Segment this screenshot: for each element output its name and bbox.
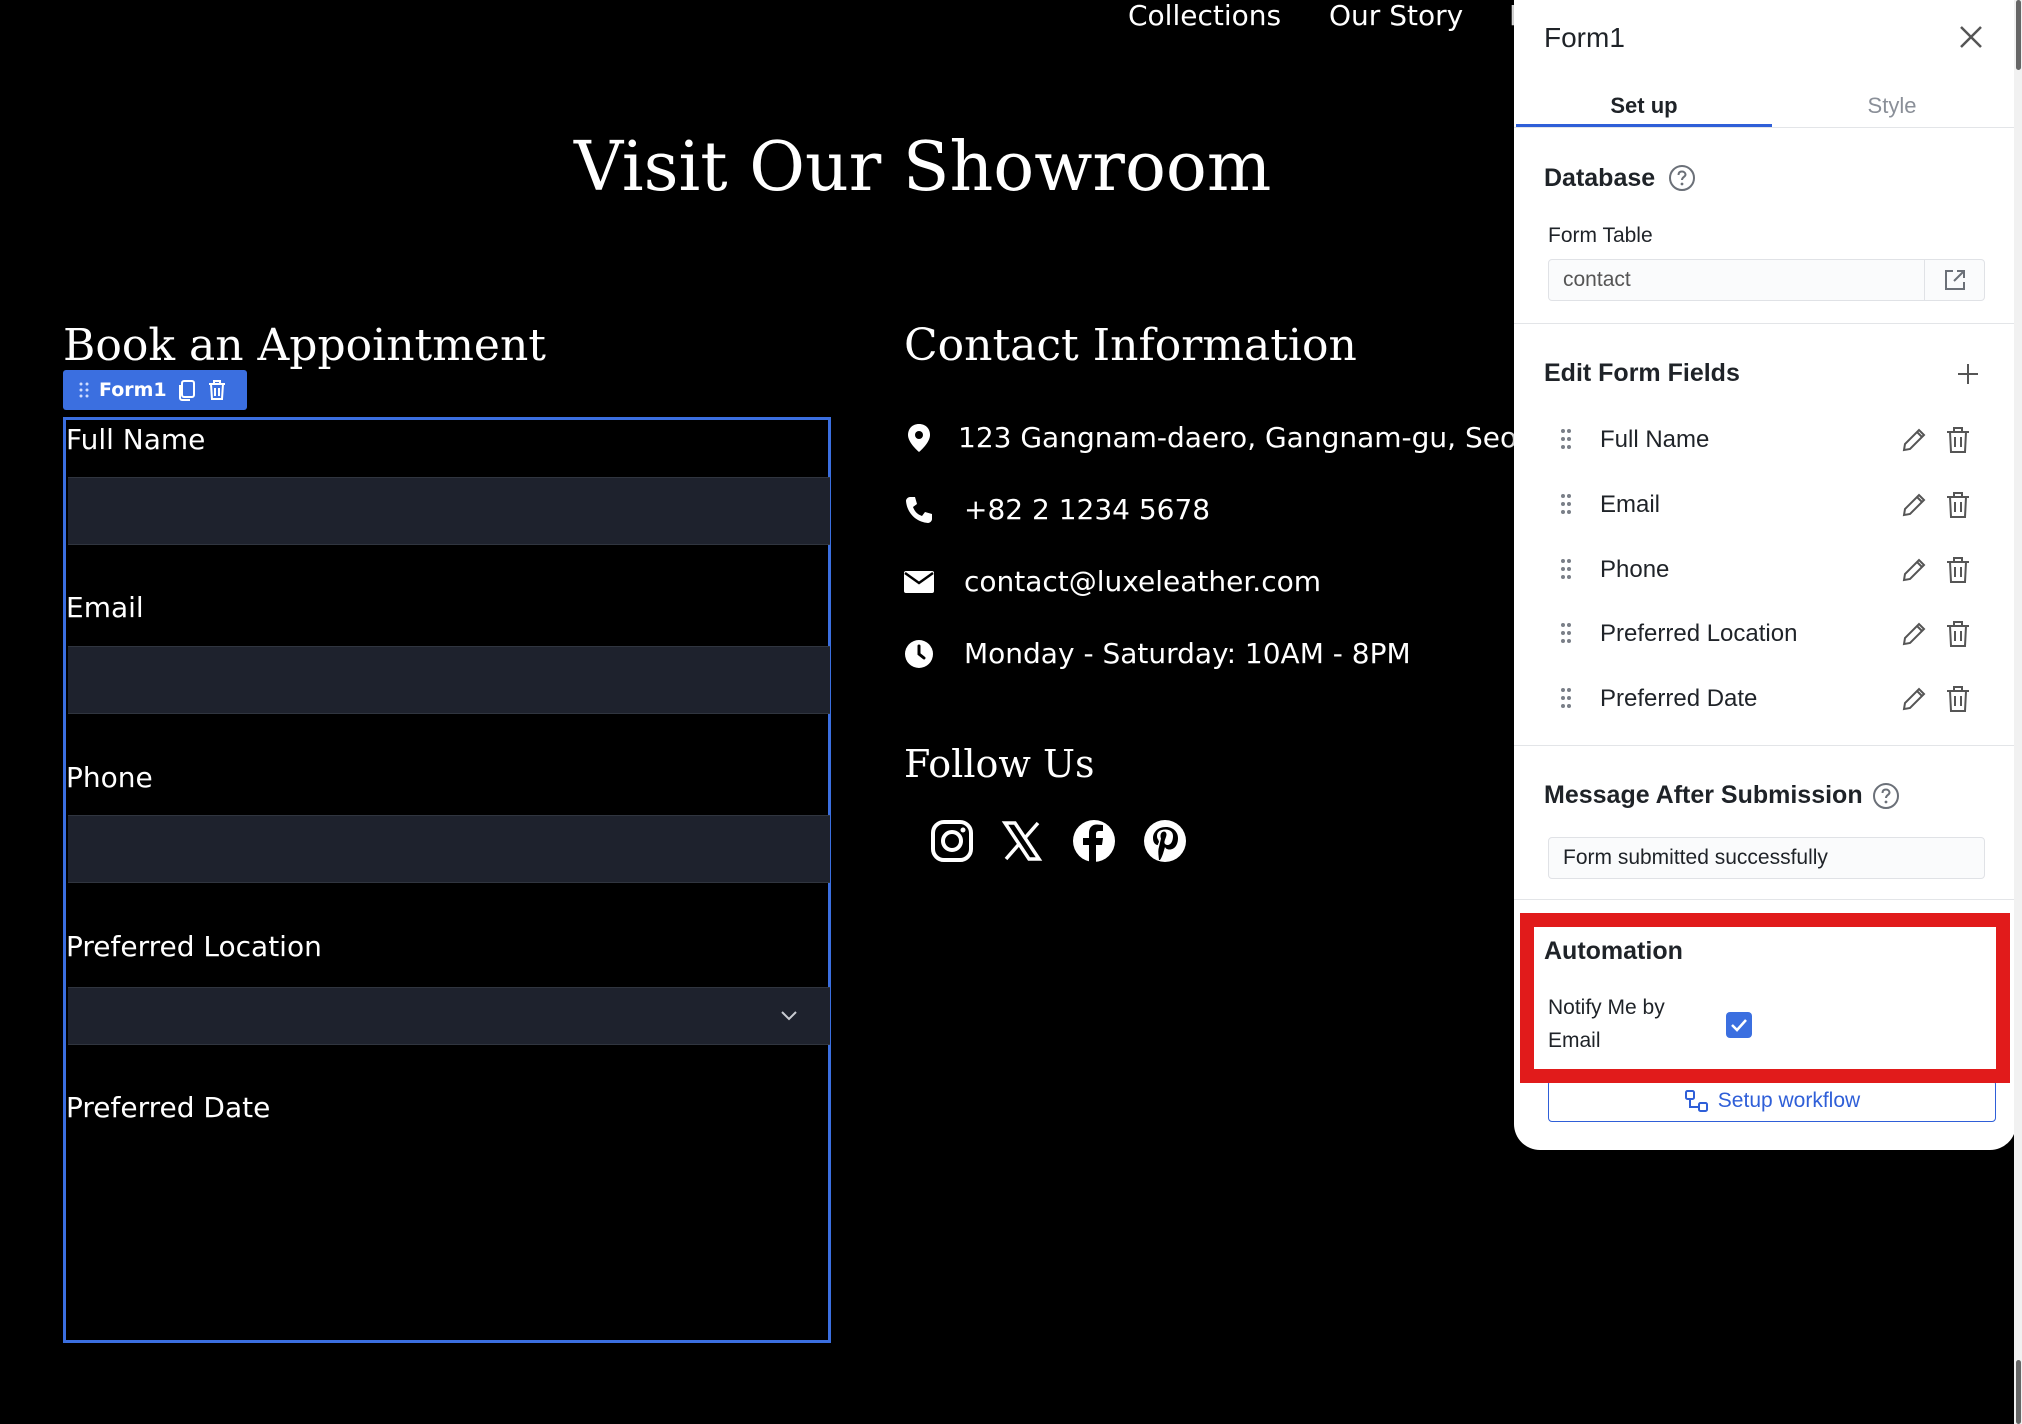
panel-title: Form1 [1544, 22, 1625, 53]
add-field-icon[interactable] [1956, 362, 1980, 386]
close-icon[interactable] [1956, 22, 1986, 52]
follow-us-title: Follow Us [904, 742, 1095, 786]
preferred-location-select[interactable] [68, 987, 830, 1045]
email-input[interactable] [68, 646, 830, 714]
form-table-value: contact [1563, 268, 1631, 291]
form-table-input[interactable]: contact [1548, 259, 1985, 301]
open-table-button[interactable] [1924, 259, 1986, 301]
pinterest-icon[interactable] [1142, 818, 1188, 864]
contact-title: Contact Information [904, 320, 1357, 371]
edit-form-fields-heading: Edit Form Fields [1544, 359, 1740, 387]
field-label-email: Email [66, 591, 144, 624]
full-name-input[interactable] [68, 477, 830, 545]
nav-our-story[interactable]: Our Story [1329, 0, 1463, 32]
field-label-full-name: Full Name [66, 423, 206, 456]
field-label-preferred-date: Preferred Date [66, 1091, 271, 1124]
trash-icon[interactable] [1945, 620, 1971, 648]
workflow-icon [1684, 1090, 1708, 1112]
field-row-preferred-date[interactable]: Preferred Date [1560, 679, 1990, 719]
form-chip-label: Form1 [99, 379, 167, 401]
email-text: contact@luxeleather.com [964, 565, 1321, 598]
setup-workflow-button[interactable]: Setup workflow [1548, 1080, 1996, 1122]
address-row: 123 Gangnam-daero, Gangnam-gu, Seoul, S [904, 420, 1578, 456]
field-name: Email [1600, 491, 1661, 518]
field-name: Full Name [1600, 426, 1710, 453]
delete-icon[interactable] [207, 379, 227, 401]
pencil-icon[interactable] [1900, 491, 1928, 519]
message-divider [1514, 899, 2016, 900]
envelope-icon [904, 567, 934, 597]
field-name: Phone [1600, 556, 1670, 583]
page-title: Visit Our Showroom [574, 128, 1272, 207]
tabs-divider [1514, 127, 2016, 128]
form-table-label: Form Table [1548, 224, 1653, 247]
pencil-icon[interactable] [1900, 685, 1928, 713]
help-icon[interactable] [1872, 782, 1900, 810]
field-name: Preferred Date [1600, 685, 1758, 712]
tab-style[interactable]: Style [1767, 92, 2016, 120]
scrollbar-track[interactable] [2014, 0, 2022, 1424]
trash-icon[interactable] [1945, 491, 1971, 519]
email-row: contact@luxeleather.com [904, 564, 1321, 600]
form-selection-chip[interactable]: Form1 [63, 370, 247, 410]
x-icon[interactable] [999, 818, 1045, 864]
external-link-icon [1945, 270, 1965, 290]
drag-handle-icon[interactable] [1560, 558, 1572, 580]
address-text: 123 Gangnam-daero, Gangnam-gu, Seoul, S [958, 421, 1579, 454]
fields-divider [1514, 745, 2016, 746]
field-row-preferred-location[interactable]: Preferred Location [1560, 614, 1990, 654]
drag-handle-icon[interactable] [1560, 687, 1572, 709]
field-row-email[interactable]: Email [1560, 485, 1990, 525]
success-message-input[interactable]: Form submitted successfully [1548, 837, 1985, 879]
highlight-box [1520, 913, 2010, 1083]
booking-title: Book an Appointment [63, 320, 546, 371]
phone-input[interactable] [68, 815, 830, 883]
field-label-preferred-location: Preferred Location [66, 930, 322, 963]
message-after-submission-heading: Message After Submission [1544, 781, 1863, 809]
location-pin-icon [904, 423, 934, 453]
drag-handle-icon[interactable] [79, 382, 89, 398]
tab-set-up[interactable]: Set up [1519, 92, 1769, 120]
instagram-icon[interactable] [929, 818, 975, 864]
field-row-phone[interactable]: Phone [1560, 550, 1990, 590]
drag-handle-icon[interactable] [1560, 428, 1572, 450]
hours-row: Monday - Saturday: 10AM - 8PM [904, 636, 1411, 672]
field-name: Preferred Location [1600, 620, 1798, 647]
trash-icon[interactable] [1945, 426, 1971, 454]
help-icon[interactable] [1668, 164, 1696, 192]
database-heading: Database [1544, 164, 1656, 192]
drag-handle-icon[interactable] [1560, 493, 1572, 515]
field-row-full-name[interactable]: Full Name [1560, 420, 1990, 460]
pencil-icon[interactable] [1900, 556, 1928, 584]
setup-workflow-label: Setup workflow [1717, 1089, 1861, 1112]
drag-handle-icon[interactable] [1560, 622, 1572, 644]
scrollbar-thumb-bottom[interactable] [2016, 1360, 2021, 1424]
database-divider [1514, 323, 2016, 324]
phone-row: +82 2 1234 5678 [904, 492, 1210, 528]
phone-icon [904, 495, 934, 525]
clock-icon [904, 639, 934, 669]
pencil-icon[interactable] [1900, 426, 1928, 454]
booking-form[interactable]: Full Name Email Phone Preferred Location… [63, 417, 831, 1343]
trash-icon[interactable] [1945, 685, 1971, 713]
trash-icon[interactable] [1945, 556, 1971, 584]
success-message-value: Form submitted successfully [1563, 846, 1828, 869]
chevron-down-icon [781, 1011, 797, 1021]
hours-text: Monday - Saturday: 10AM - 8PM [964, 637, 1411, 670]
field-label-phone: Phone [66, 761, 153, 794]
facebook-icon[interactable] [1071, 818, 1117, 864]
nav-collections[interactable]: Collections [1128, 0, 1281, 32]
pencil-icon[interactable] [1900, 620, 1928, 648]
duplicate-icon[interactable] [177, 379, 197, 401]
scrollbar-thumb[interactable] [2016, 0, 2021, 70]
phone-text: +82 2 1234 5678 [964, 493, 1211, 526]
